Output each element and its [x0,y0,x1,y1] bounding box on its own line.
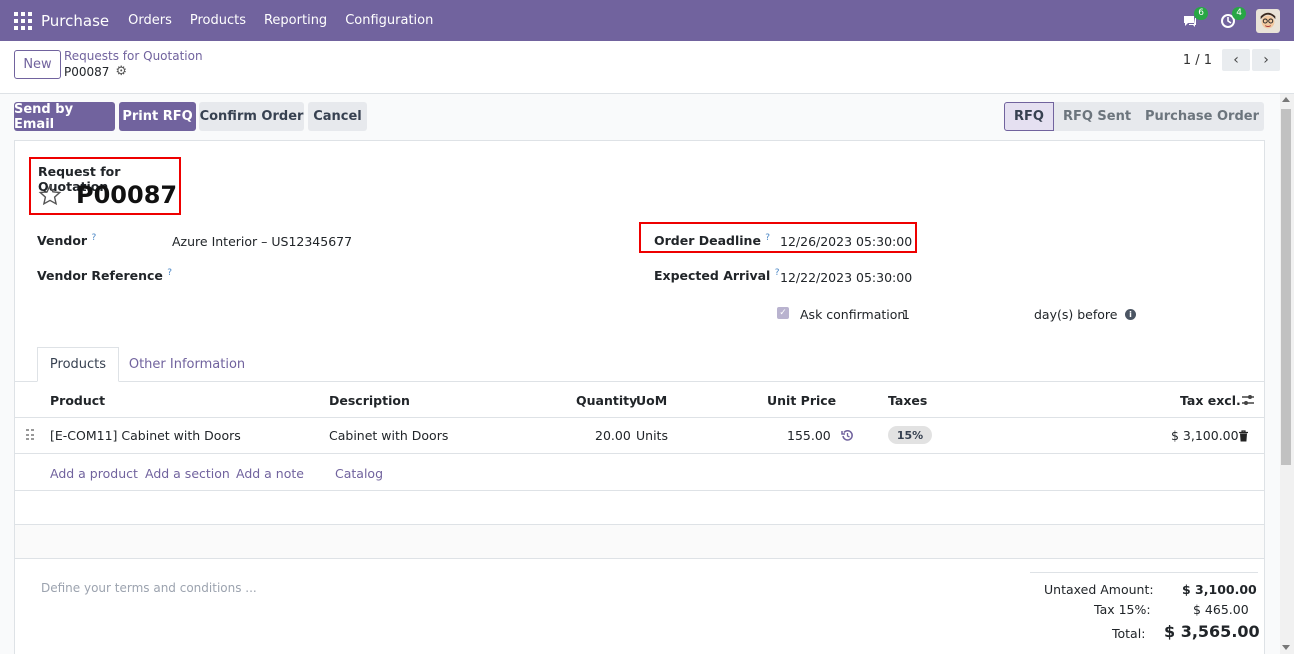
print-rfq-button[interactable]: Print RFQ [119,102,196,131]
new-button[interactable]: New [14,50,61,79]
stage-purchase-order[interactable]: Purchase Order [1140,102,1264,131]
confirm-order-button[interactable]: Confirm Order [199,102,304,131]
help-marker: ? [765,233,771,243]
catalog-link[interactable]: Catalog [335,466,383,481]
menu-configuration[interactable]: Configuration [345,13,433,28]
scrollbar-thumb[interactable] [1281,109,1291,465]
vendor-reference-label: Vendor Reference ? [37,268,172,283]
messages-button[interactable]: 6 [1178,6,1208,31]
cell-uom[interactable]: Units [636,428,668,443]
activities-button[interactable]: 4 [1216,6,1246,31]
terms-input[interactable]: Define your terms and conditions ... [41,581,257,595]
trash-icon[interactable] [1238,430,1249,442]
add-section-link[interactable]: Add a section [145,466,230,481]
header-divider [15,417,1264,418]
pager-next-button[interactable]: › [1252,49,1280,71]
cell-unit-price[interactable]: 155.00 [787,428,831,443]
totals-divider [1030,572,1258,573]
cancel-button[interactable]: Cancel [308,102,367,131]
apps-menu-icon[interactable] [14,11,32,30]
column-header-product[interactable]: Product [50,393,105,408]
vendor-reference-label-text: Vendor Reference [37,268,163,284]
column-header-uom[interactable]: UoM [636,393,667,408]
column-header-taxes[interactable]: Taxes [888,393,927,408]
order-deadline-label-text: Order Deadline [654,233,761,249]
ask-confirmation-label: Ask confirmation [800,307,906,322]
cell-quantity[interactable]: 20.00 [595,428,631,443]
stage-rfq[interactable]: RFQ [1004,102,1054,131]
title-highlight-box: Request for Quotation P00087 [29,157,181,215]
send-by-email-button[interactable]: Send by Email [14,102,115,132]
column-header-unit-price[interactable]: Unit Price [767,393,836,408]
empty-row [15,525,1264,558]
untaxed-amount-value: $ 3,100.00 [1182,582,1257,597]
help-marker: ? [91,233,97,243]
row-divider [15,453,1264,454]
tab-products[interactable]: Products [37,347,119,382]
form-sheet: Request for Quotation P00087 Vendor ? Az… [14,140,1265,654]
tax-value: $ 465.00 [1193,602,1249,617]
cell-description[interactable]: Cabinet with Doors [329,428,448,443]
activities-badge: 4 [1232,6,1246,20]
vendor-label-text: Vendor [37,233,88,249]
total-label: Total: [1112,626,1146,641]
expected-arrival-field[interactable]: 12/22/2023 05:30:00 [780,270,912,285]
app-name[interactable]: Purchase [41,12,109,30]
messages-badge: 6 [1194,6,1208,20]
row-divider [15,490,1264,491]
scroll-down-arrow-icon[interactable] [1282,645,1290,650]
status-bar: RFQ RFQ Sent Purchase Order [1004,102,1264,131]
menu-products[interactable]: Products [190,13,246,28]
days-before-label: day(s) before [1034,307,1118,322]
breadcrumb-current-label: P00087 [64,64,110,79]
add-product-link[interactable]: Add a product [50,466,138,481]
menu-orders[interactable]: Orders [128,13,172,28]
menu-reporting[interactable]: Reporting [264,13,327,28]
tax-tag[interactable]: 15% [888,426,932,444]
top-navbar: Purchase Orders Products Reporting Confi… [0,0,1294,41]
info-icon[interactable]: i [1125,309,1136,320]
cell-product[interactable]: [E-COM11] Cabinet with Doors [50,428,241,443]
page-title: P00087 [76,181,178,209]
gear-icon[interactable]: ⚙ [115,64,127,79]
column-header-description[interactable]: Description [329,393,410,408]
chevron-left-icon: ‹ [1233,52,1239,68]
chevron-right-icon: › [1263,52,1269,68]
help-marker: ? [774,268,780,278]
user-avatar[interactable] [1256,8,1280,33]
column-header-quantity[interactable]: Quantity [576,393,637,408]
row-divider [15,558,1264,559]
avatar-face-icon [1257,9,1279,32]
vendor-label: Vendor ? [37,233,96,248]
tab-divider [15,381,1264,382]
breadcrumb-parent[interactable]: Requests for Quotation [64,49,203,63]
drag-handle-icon[interactable] [26,429,34,441]
expected-arrival-label-text: Expected Arrival [654,268,771,284]
vendor-reference-field[interactable] [172,268,472,284]
ask-confirmation-days-field[interactable]: 1 [902,307,910,322]
tab-other-information[interactable]: Other Information [119,347,255,382]
order-deadline-label: Order Deadline ? [654,233,770,248]
ask-confirmation-checkbox[interactable]: ✓ [777,307,789,319]
history-icon[interactable] [841,429,854,442]
scroll-up-arrow-icon[interactable] [1282,97,1290,102]
breadcrumb-current: P00087 ⚙ [64,64,127,79]
cell-tax-excl: $ 3,100.00 [1171,428,1239,443]
add-note-link[interactable]: Add a note [236,466,304,481]
expected-arrival-label: Expected Arrival ? [654,268,780,283]
tax-label: Tax 15%: [1094,602,1151,617]
star-icon[interactable] [38,183,62,207]
optional-columns-icon[interactable] [1241,393,1255,407]
pager-previous-button[interactable]: ‹ [1222,49,1250,71]
stage-rfq-sent[interactable]: RFQ Sent [1054,102,1140,131]
order-deadline-field[interactable]: 12/26/2023 05:30:00 [780,234,912,249]
pager-value[interactable]: 1 / 1 [1183,53,1212,68]
untaxed-amount-label: Untaxed Amount: [1044,582,1154,597]
column-header-tax-excl[interactable]: Tax excl. [1180,393,1241,408]
total-value: $ 3,565.00 [1164,622,1260,641]
vendor-field[interactable]: Azure Interior – US12345677 [172,234,352,249]
control-panel: New Requests for Quotation P00087 ⚙ 1 / … [0,41,1294,94]
pager: 1 / 1 ‹ › [1183,49,1280,71]
